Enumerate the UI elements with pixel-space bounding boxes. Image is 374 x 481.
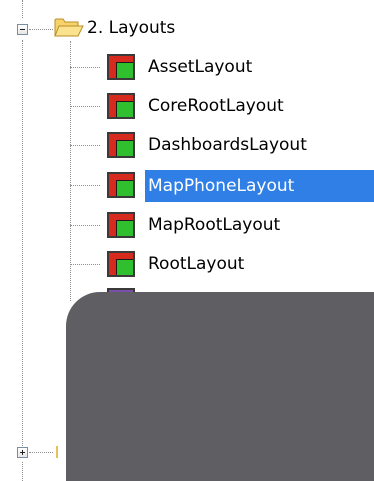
tree-connector-collapsed	[29, 452, 53, 453]
tree-item-label: AssetLayout	[148, 57, 253, 77]
tree-guide-line-children	[70, 41, 71, 301]
layout-icon	[107, 251, 135, 277]
tree-item-label: CoreRootLayout	[148, 96, 284, 116]
tree-item-label: DashboardsLayout	[148, 135, 307, 155]
overlay-panel	[66, 292, 374, 481]
tree-item-label: MapRootLayout	[148, 215, 281, 235]
expand-toggle[interactable]	[17, 447, 28, 458]
tree-item-label-selected: MapPhoneLayout	[145, 170, 374, 202]
layout-icon	[107, 54, 135, 80]
minus-icon	[20, 29, 25, 30]
tree-connector	[70, 185, 100, 186]
tree-view: 2. Layouts AssetLayout CoreRootLayout Da…	[0, 0, 374, 481]
layout-icon	[107, 93, 135, 119]
tree-guide-line-root-lower	[22, 40, 23, 446]
layout-icon	[107, 172, 135, 198]
folder-open-icon	[54, 18, 84, 37]
tree-folder-label[interactable]: 2. Layouts	[84, 17, 178, 39]
plus-icon-v	[22, 450, 23, 455]
tree-connector	[70, 106, 100, 107]
tree-connector-folder	[29, 29, 53, 30]
tree-connector	[70, 225, 100, 226]
tree-connector	[70, 145, 100, 146]
tree-item-label: RootLayout	[148, 254, 245, 274]
tree-connector	[70, 67, 100, 68]
tree-guide-line-root-bottom	[22, 462, 23, 481]
tree-guide-line-root	[22, 0, 23, 18]
folder-icon-partial	[56, 446, 58, 458]
collapse-toggle[interactable]	[17, 24, 28, 35]
tree-connector	[70, 264, 100, 265]
layout-icon	[107, 132, 135, 158]
layout-icon	[107, 212, 135, 238]
